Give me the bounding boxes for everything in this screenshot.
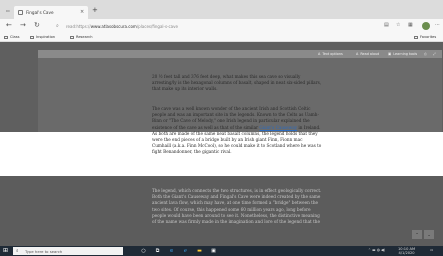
collections-icon[interactable]: ▦ (408, 22, 413, 28)
learning-tools-button[interactable]: ▣ Learning tools (388, 52, 417, 56)
search-icon: ⌕ (16, 249, 19, 254)
system-tray-icons[interactable]: ⌃ ▬ ◍ ◀) (368, 248, 385, 252)
article-paragraph-2: The cave was a well known wonder of the … (152, 106, 322, 155)
page-favicon-icon (18, 10, 23, 15)
fullscreen-icon[interactable]: ⤢ (433, 52, 436, 56)
immersive-reader-page: A Text options A Read aloud ▣ Learning tool… (0, 42, 443, 246)
file-explorer-icon[interactable]: ▬ (196, 248, 203, 255)
read-aloud-button[interactable]: A Read aloud (356, 52, 379, 56)
profile-avatar[interactable] (422, 22, 430, 30)
folder-icon (70, 35, 74, 39)
favorites-bar: Class Inspiration Research Favorites (0, 33, 443, 42)
back-icon[interactable]: ← (6, 21, 12, 30)
cortana-icon[interactable]: ○ (140, 248, 147, 255)
close-tab-icon[interactable]: × (80, 9, 84, 15)
favorite-class[interactable]: Class (4, 35, 19, 39)
other-favorites[interactable]: Favorites (414, 35, 436, 39)
favorite-research[interactable]: Research (70, 35, 92, 39)
reading-view-icon[interactable]: ▤ (384, 22, 389, 28)
reader-toolbar: A Text options A Read aloud ▣ Learning tool… (38, 50, 442, 58)
settings-more-icon[interactable]: ⋯ (435, 22, 440, 28)
search-placeholder: Type here to search (25, 249, 63, 254)
reader-mode-icon: ⌕ (56, 23, 59, 29)
scroll-up-button[interactable]: ⌃ (412, 230, 422, 239)
address-url: read:https://www.atlasobscura.com/places… (66, 23, 178, 29)
tab-actions-icon[interactable]: ▭ (6, 8, 10, 13)
refresh-icon[interactable]: ↻ (34, 21, 40, 30)
favorites-star-icon[interactable]: ☆ (396, 22, 400, 28)
tab-title: Fingal's Cave (26, 10, 54, 15)
giants-causeway-link[interactable]: Giant's Causeway (259, 125, 297, 130)
folder-icon (30, 35, 34, 39)
edge-icon[interactable]: e (168, 248, 175, 255)
new-tab-button[interactable]: + (92, 7, 98, 14)
scroll-down-button[interactable]: ⌄ (424, 230, 434, 239)
browser-tab[interactable]: Fingal's Cave × (14, 6, 88, 19)
forward-icon[interactable]: → (20, 21, 26, 30)
notification-icon[interactable]: ▭ (430, 248, 433, 252)
tab-bar: ▭ Fingal's Cave × + (0, 0, 443, 19)
ie-icon[interactable]: ℯ (182, 248, 189, 255)
taskbar-search-box[interactable]: ⌕ Type here to search (13, 247, 123, 255)
folder-icon (4, 35, 8, 39)
article-paragraph-1: 20 ½ feet tall and 376 feet deep, what m… (152, 74, 322, 92)
navigation-bar: ← → ↻ ⌕ read:https://www.atlasobscura.co… (0, 19, 443, 33)
store-icon[interactable]: ▣ (210, 248, 217, 255)
address-bar[interactable]: ⌕ read:https://www.atlasobscura.com/plac… (54, 21, 374, 31)
article-paragraph-3: The legend, which connects the two struc… (152, 188, 322, 225)
task-view-icon[interactable]: ⧉ (154, 248, 161, 255)
clock[interactable]: 10:10 AM 4/1/2020 (398, 247, 415, 255)
print-icon[interactable]: ⎙ (424, 52, 427, 56)
windows-start-icon[interactable]: ⊞ (3, 248, 8, 254)
text-options-button[interactable]: A Text options (318, 52, 343, 56)
folder-icon (414, 35, 418, 39)
taskbar: ⊞ ⌕ Type here to search ○ ⧉ e ℯ ▬ ▣ ⌃ ▬ … (0, 246, 443, 256)
favorite-inspiration[interactable]: Inspiration (30, 35, 55, 39)
